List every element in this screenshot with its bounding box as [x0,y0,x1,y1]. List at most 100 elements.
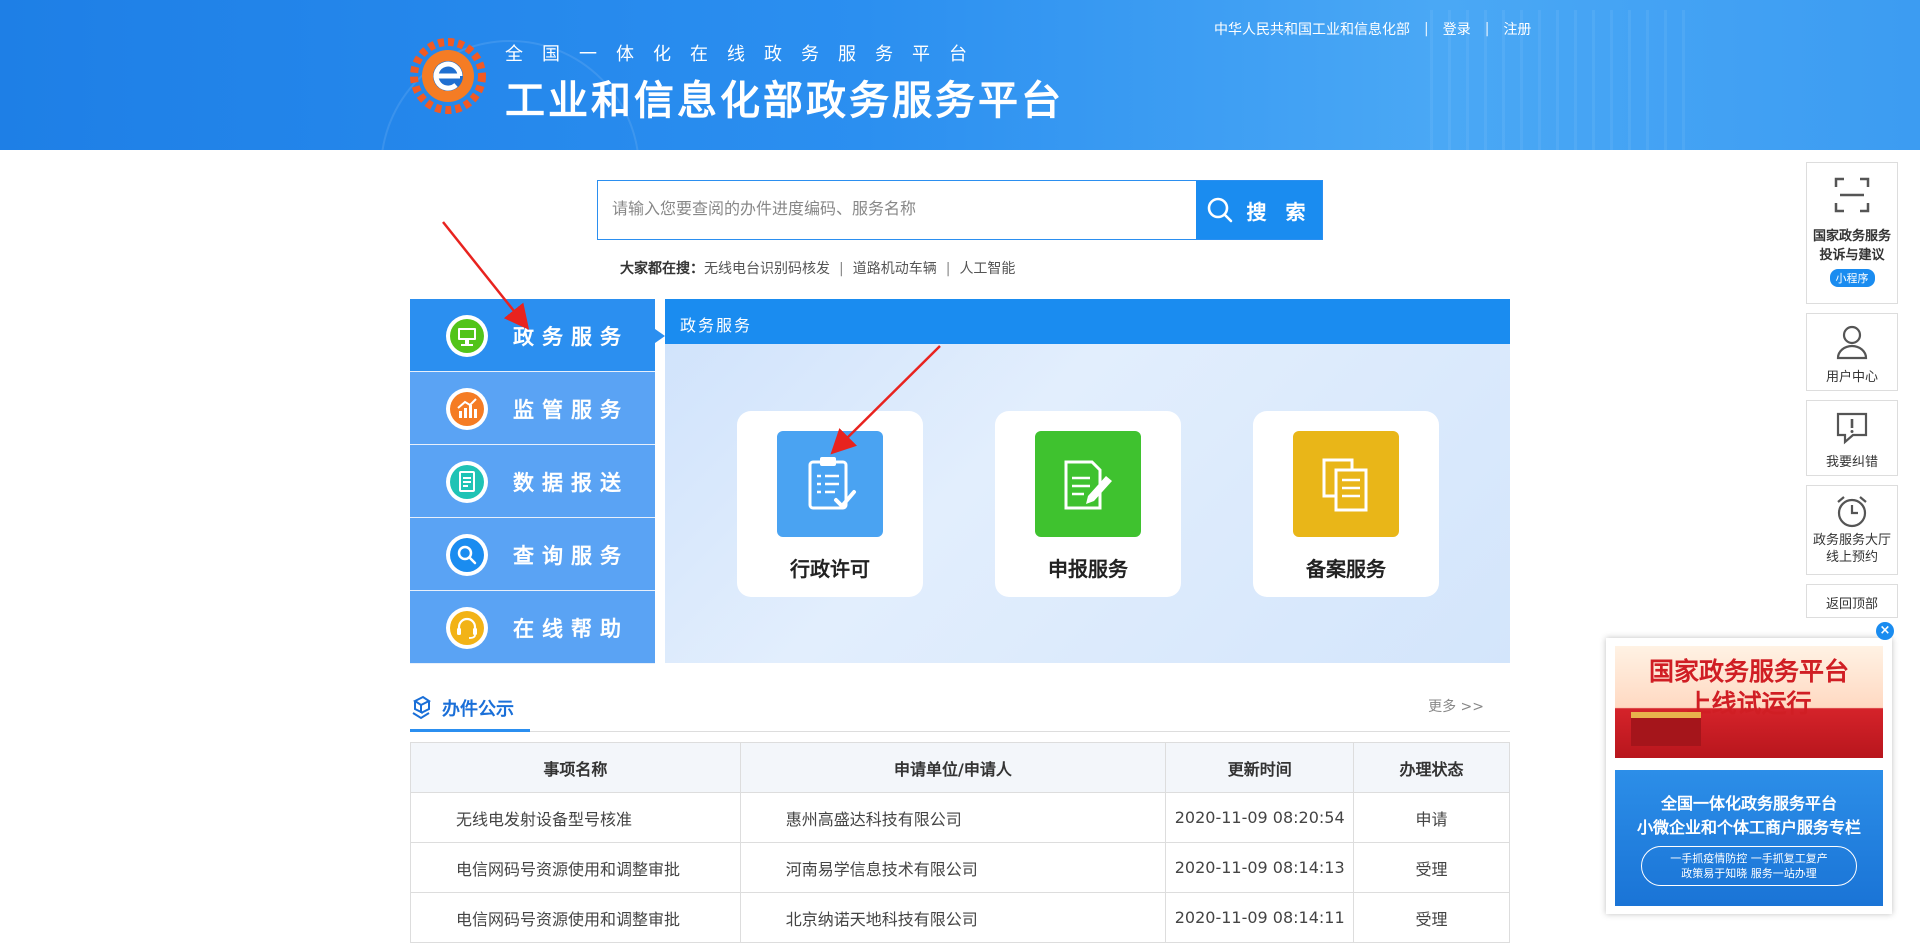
divider: | [945,261,951,277]
search-input[interactable] [598,181,1196,239]
section-title: 办件公示 [442,698,514,720]
monitor-icon [446,315,488,357]
tiananmen-icon [1631,712,1701,746]
nav-item-data-report[interactable]: 数据报送 [410,445,655,518]
register-link[interactable]: 注册 [1503,19,1531,39]
search-button[interactable]: 搜 索 [1196,181,1322,239]
column-header: 更新时间 [1165,742,1355,793]
miniapp-label-line1: 国家政务服务 [1812,229,1891,244]
table-row[interactable]: 电信网码号资源使用和调整审批 北京纳诺天地科技有限公司 2020-11-09 0… [410,892,1510,943]
hall-appointment-button[interactable]: 政务服务大厅 线上预约 [1806,485,1898,575]
service-card-label: 申报服务 [1048,557,1128,581]
nav-label: 数据报送 [513,471,629,495]
promo-banner-smb[interactable]: 全国一体化政务服务平台 小微企业和个体工商户服务专栏 一手抓疫情防控 一手抓复工… [1615,770,1883,906]
back-to-top-button[interactable]: 返回顶部 [1806,584,1898,618]
nav-label: 监管服务 [513,398,629,422]
more-link[interactable]: 更多 >> [1428,696,1484,716]
login-link[interactable]: 登录 [1443,19,1471,39]
nav-item-query-service[interactable]: 查询服务 [410,518,655,591]
miniapp-badge: 小程序 [1829,269,1875,287]
top-links: 中华人民共和国工业和信息化部 | 登录 | 注册 [1214,19,1531,39]
ministry-link[interactable]: 中华人民共和国工业和信息化部 [1214,19,1410,39]
cell-update-time: 2020-11-09 08:14:11 [1165,892,1355,943]
divider: | [839,261,844,277]
search-button-label: 搜 索 [1246,199,1312,224]
user-center-label: 用户中心 [1825,370,1878,385]
copy-document-icon [1293,431,1399,537]
search-icon [1207,197,1232,223]
column-header: 办理状态 [1353,742,1510,793]
hot-search-item[interactable]: 无线电台识别码核发 [704,261,830,277]
headset-icon [446,607,488,649]
service-card-administrative-license[interactable]: 行政许可 [737,411,923,597]
edit-document-icon [1035,431,1141,537]
nav-item-supervision-service[interactable]: 监管服务 [410,372,655,445]
table-row[interactable]: 电信网码号资源使用和调整审批 河南易学信息技术有限公司 2020-11-09 0… [410,842,1510,893]
promo-slogan: 一手抓疫情防控 一手抓复工复产 政策易于知晓 服务一站办理 [1641,846,1857,886]
document-link-icon [412,695,431,719]
table-row[interactable]: 无线电发射设备型号核准 惠州高盛达科技有限公司 2020-11-09 08:20… [410,792,1510,843]
site-header: 全国一体化在线政务服务平台 工业和信息化部政务服务平台 中华人民共和国工业和信息… [0,0,1920,150]
search-icon [446,534,488,576]
promo-smb-line1: 全国一体化政务服务平台 [1660,794,1837,813]
back-to-top-label: 返回顶部 [1825,597,1878,612]
service-panel: 政务服务 行政许可 申报服务 备案服务 [665,299,1510,663]
nav-label: 政务服务 [513,325,629,349]
promo-slogan-line2: 政策易于知晓 服务一站办理 [1681,867,1817,880]
service-nav: 政务服务 监管服务 数据报送 查询服务 在线帮助 [410,299,665,664]
table-header-row: 事项名称 申请单位/申请人 更新时间 办理状态 [410,742,1510,793]
column-header: 申请单位/申请人 [739,742,1167,793]
hot-search-item[interactable]: 人工智能 [959,261,1015,277]
publicity-table: 事项名称 申请单位/申请人 更新时间 办理状态 无线电发射设备型号核准 惠州高盛… [410,742,1510,943]
alarm-clock-icon [1837,496,1867,528]
cell-status: 受理 [1353,892,1510,943]
user-icon [1836,325,1868,360]
site-subtitle: 全国一体化在线政务服务平台 [505,44,986,65]
miniapp-label-line2: 投诉与建议 [1819,248,1885,263]
cell-item-name: 电信网码号资源使用和调整审批 [410,842,741,893]
appointment-label-line1: 政务服务大厅 [1812,533,1891,548]
close-icon[interactable]: × [1876,622,1894,640]
cell-applicant: 河南易学信息技术有限公司 [739,842,1167,893]
cell-item-name: 无线电发射设备型号核准 [410,792,741,843]
nav-item-government-service[interactable]: 政务服务 [410,299,665,372]
nav-label: 在线帮助 [513,617,629,641]
tab-publicity[interactable]: 办件公示 [410,686,530,732]
service-card-filing[interactable]: 备案服务 [1253,411,1439,597]
error-correction-label: 我要纠错 [1825,455,1878,470]
hot-search: 大家都在搜：无线电台识别码核发 | 道路机动车辆 | 人工智能 [620,258,1015,278]
hot-search-label: 大家都在搜： [620,261,704,277]
user-center-button[interactable]: 用户中心 [1806,313,1898,391]
chart-icon [446,388,488,430]
service-card-declaration[interactable]: 申报服务 [995,411,1181,597]
scan-icon [1834,177,1870,213]
error-correction-button[interactable]: 我要纠错 [1806,400,1898,476]
column-header: 事项名称 [410,742,741,793]
service-card-label: 行政许可 [790,557,870,581]
site-title[interactable]: 工业和信息化部政务服务平台 [505,68,1064,126]
panel-title: 政务服务 [665,299,1510,344]
appointment-label-line2: 线上预约 [1825,550,1878,565]
promo-smb-line2: 小微企业和个体工商户服务专栏 [1636,818,1861,837]
floating-toolbar: 国家政务服务 投诉与建议 小程序 用户中心 我要纠错 政务服务大厅 线上预约 返… [1806,162,1898,627]
miniapp-complaint-button[interactable]: 国家政务服务 投诉与建议 小程序 [1806,162,1898,304]
promo-popup: × 国家政务服务平台 上线试运行 全国一体化政务服务平台 小微企业和个体工商户服… [1606,622,1894,914]
divider: | [1484,21,1490,37]
cell-status: 申请 [1353,792,1510,843]
service-card-label: 备案服务 [1306,557,1386,581]
cell-item-name: 电信网码号资源使用和调整审批 [410,892,741,943]
document-icon [446,461,488,503]
promo-banner-platform[interactable]: 国家政务服务平台 上线试运行 [1615,646,1883,758]
nav-label: 查询服务 [513,544,629,568]
divider: | [1424,21,1429,37]
cell-applicant: 惠州高盛达科技有限公司 [739,792,1167,843]
hot-search-item[interactable]: 道路机动车辆 [853,261,937,277]
site-logo-icon[interactable] [410,38,486,114]
nav-item-online-help[interactable]: 在线帮助 [410,591,655,664]
cell-update-time: 2020-11-09 08:20:54 [1165,792,1355,843]
cell-applicant: 北京纳诺天地科技有限公司 [739,892,1167,943]
clipboard-icon [777,431,883,537]
promo-slogan-line1: 一手抓疫情防控 一手抓复工复产 [1670,852,1828,865]
cell-status: 受理 [1353,842,1510,893]
search-bar: 搜 索 [597,180,1323,240]
